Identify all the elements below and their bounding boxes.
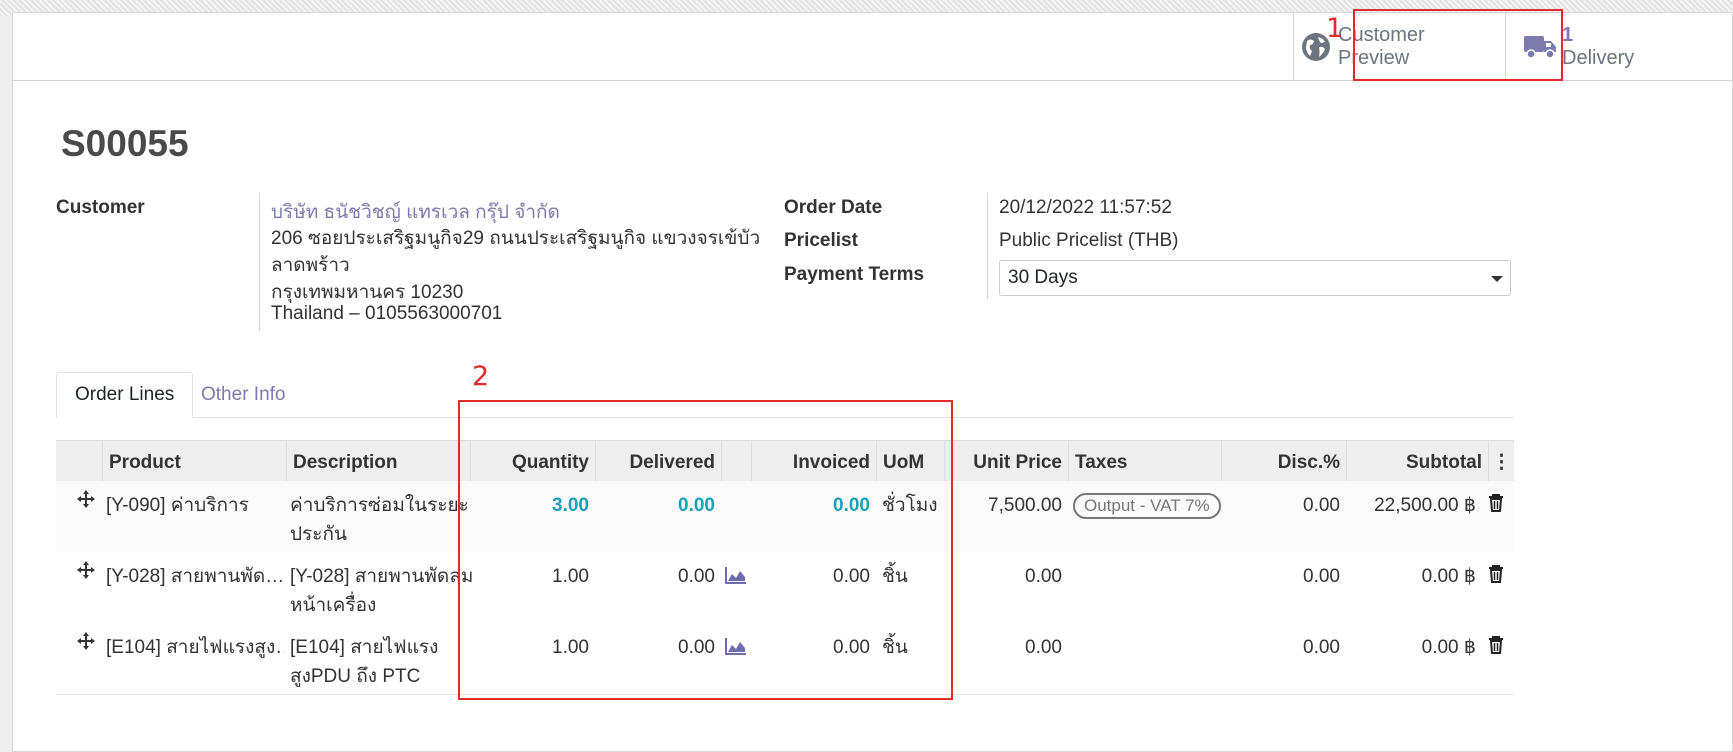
customer-preview-label-1: Customer: [1338, 23, 1425, 46]
annotation-label-2: 2: [472, 361, 490, 392]
trash-icon[interactable]: [1488, 492, 1504, 521]
customer-separator: [259, 193, 260, 331]
description-header[interactable]: Description: [286, 441, 470, 484]
area-chart-icon[interactable]: [725, 635, 747, 664]
tab-order-lines[interactable]: Order Lines: [56, 372, 194, 418]
order-lines-header: Product Description Quantity Delivered I…: [56, 440, 1514, 485]
description-line-2: ประกัน: [290, 524, 347, 545]
customer-address-1: 206 ซอยประเสริฐมนูกิจ29 ถนนประเสริฐมนูกิ…: [271, 228, 761, 249]
uom-header[interactable]: UoM: [876, 441, 944, 484]
uom-cell[interactable]: ชิ้น: [882, 562, 908, 591]
description-cell[interactable]: ค่าบริการซ่อมในระยะประกัน: [290, 491, 470, 549]
area-chart-icon[interactable]: [725, 564, 747, 593]
quantity-cell[interactable]: 1.00: [470, 562, 589, 591]
description-line-2: สูงPDU ถึง PTC: [290, 666, 421, 687]
unit-price-cell[interactable]: 0.00: [944, 633, 1062, 662]
subtotal-cell: 0.00 ฿: [1421, 637, 1476, 658]
pricelist-label: Pricelist: [784, 230, 858, 251]
delivery-count: 1: [1562, 23, 1574, 46]
unit-price-header[interactable]: Unit Price: [944, 441, 1068, 484]
description-line-1: [E104] สายไฟแรง: [290, 637, 439, 658]
delivery-label: Delivery: [1562, 46, 1635, 69]
discount-cell[interactable]: 0.00: [1221, 491, 1340, 520]
order-info-separator: [987, 193, 988, 299]
forecast-column-header: [721, 441, 751, 484]
trash-icon[interactable]: [1488, 563, 1504, 592]
taxes-header[interactable]: Taxes: [1068, 441, 1221, 484]
drag-handle-icon[interactable]: [76, 631, 96, 660]
customer-preview-label-2: Preview: [1338, 46, 1410, 69]
description-line-2: หน้าเครื่อง: [290, 595, 377, 616]
taxes-cell[interactable]: Output - VAT 7%: [1073, 491, 1221, 520]
customer-preview-button[interactable]: Customer Preview: [1293, 13, 1505, 80]
handle-column-header: [56, 441, 102, 484]
invoiced-cell[interactable]: 0.00: [751, 491, 870, 520]
order-date-label: Order Date: [784, 197, 883, 218]
delivered-header[interactable]: Delivered: [595, 441, 721, 484]
customer-address-2: ลาดพร้าว: [271, 255, 350, 276]
tab-other-info[interactable]: Other Info: [183, 372, 304, 418]
delivery-button[interactable]: 1 Delivery: [1505, 13, 1717, 80]
quantity-cell[interactable]: 3.00: [470, 491, 589, 520]
pricelist-value[interactable]: Public Pricelist (THB): [999, 230, 1178, 252]
discount-cell[interactable]: 0.00: [1221, 562, 1340, 591]
product-cell[interactable]: [Y-028] สายพานพัด…: [106, 562, 284, 591]
unit-price-cell[interactable]: 0.00: [944, 562, 1062, 591]
description-line-1: ค่าบริการซ่อมในระยะ: [290, 495, 469, 516]
payment-terms-value: 30 Days: [1008, 267, 1078, 288]
subtotal-cell: 0.00 ฿: [1421, 566, 1476, 587]
quantity-cell[interactable]: 1.00: [470, 633, 589, 662]
unit-price-cell[interactable]: 7,500.00: [944, 491, 1062, 520]
tax-tag: Output - VAT 7%: [1073, 493, 1221, 519]
payment-terms-label: Payment Terms: [784, 264, 925, 285]
product-cell[interactable]: [Y-090] ค่าบริการ: [106, 491, 284, 520]
payment-terms-select[interactable]: 30 Days: [999, 260, 1511, 296]
truck-icon: [1518, 33, 1562, 61]
table-row[interactable]: [E104] สายไฟแรงสูง… [E104] สายไฟแรงสูงPD…: [56, 623, 1514, 695]
uom-cell[interactable]: ชิ้น: [882, 633, 908, 662]
product-cell[interactable]: [E104] สายไฟแรงสูง…: [106, 633, 284, 662]
delivered-cell[interactable]: 0.00: [595, 633, 715, 662]
description-cell[interactable]: [E104] สายไฟแรงสูงPDU ถึง PTC: [290, 633, 470, 691]
quantity-header[interactable]: Quantity: [470, 441, 595, 484]
product-header[interactable]: Product: [102, 441, 286, 484]
disc-header[interactable]: Disc.%: [1221, 441, 1346, 484]
table-row[interactable]: [Y-090] ค่าบริการ ค่าบริการซ่อมในระยะประ…: [56, 481, 1514, 553]
invoiced-cell[interactable]: 0.00: [751, 562, 870, 591]
page-title: S00055: [61, 123, 189, 164]
customer-address-4: Thailand – 0105563000701: [271, 303, 503, 324]
invoiced-cell[interactable]: 0.00: [751, 633, 870, 662]
invoiced-header[interactable]: Invoiced: [751, 441, 876, 484]
customer-label: Customer: [56, 197, 145, 218]
table-row[interactable]: [Y-028] สายพานพัด… [Y-028] สายพานพัดลมหน…: [56, 552, 1514, 624]
chevron-down-icon: [1491, 276, 1503, 282]
description-cell[interactable]: [Y-028] สายพานพัดลมหน้าเครื่อง: [290, 562, 474, 620]
uom-cell[interactable]: ชั่วโมง: [882, 491, 938, 520]
button-box: Customer Preview 1 Delivery: [13, 13, 1732, 81]
trash-icon[interactable]: [1488, 634, 1504, 663]
subtotal-header[interactable]: Subtotal: [1346, 441, 1488, 484]
order-date-value[interactable]: 20/12/2022 11:57:52: [999, 197, 1172, 219]
annotation-label-1: 1: [1326, 13, 1344, 44]
delivered-cell[interactable]: 0.00: [595, 491, 715, 520]
form-sheet: Customer Preview 1 Delivery S00055 Custo…: [12, 9, 1733, 752]
delivered-cell[interactable]: 0.00: [595, 562, 715, 591]
discount-cell[interactable]: 0.00: [1221, 633, 1340, 662]
drag-handle-icon[interactable]: [76, 560, 96, 589]
drag-handle-icon[interactable]: [76, 489, 96, 518]
optional-columns-menu-icon[interactable]: ⋮: [1488, 441, 1514, 484]
subtotal-cell: 22,500.00 ฿: [1374, 495, 1476, 516]
description-line-1: [Y-028] สายพานพัดลม: [290, 566, 474, 587]
